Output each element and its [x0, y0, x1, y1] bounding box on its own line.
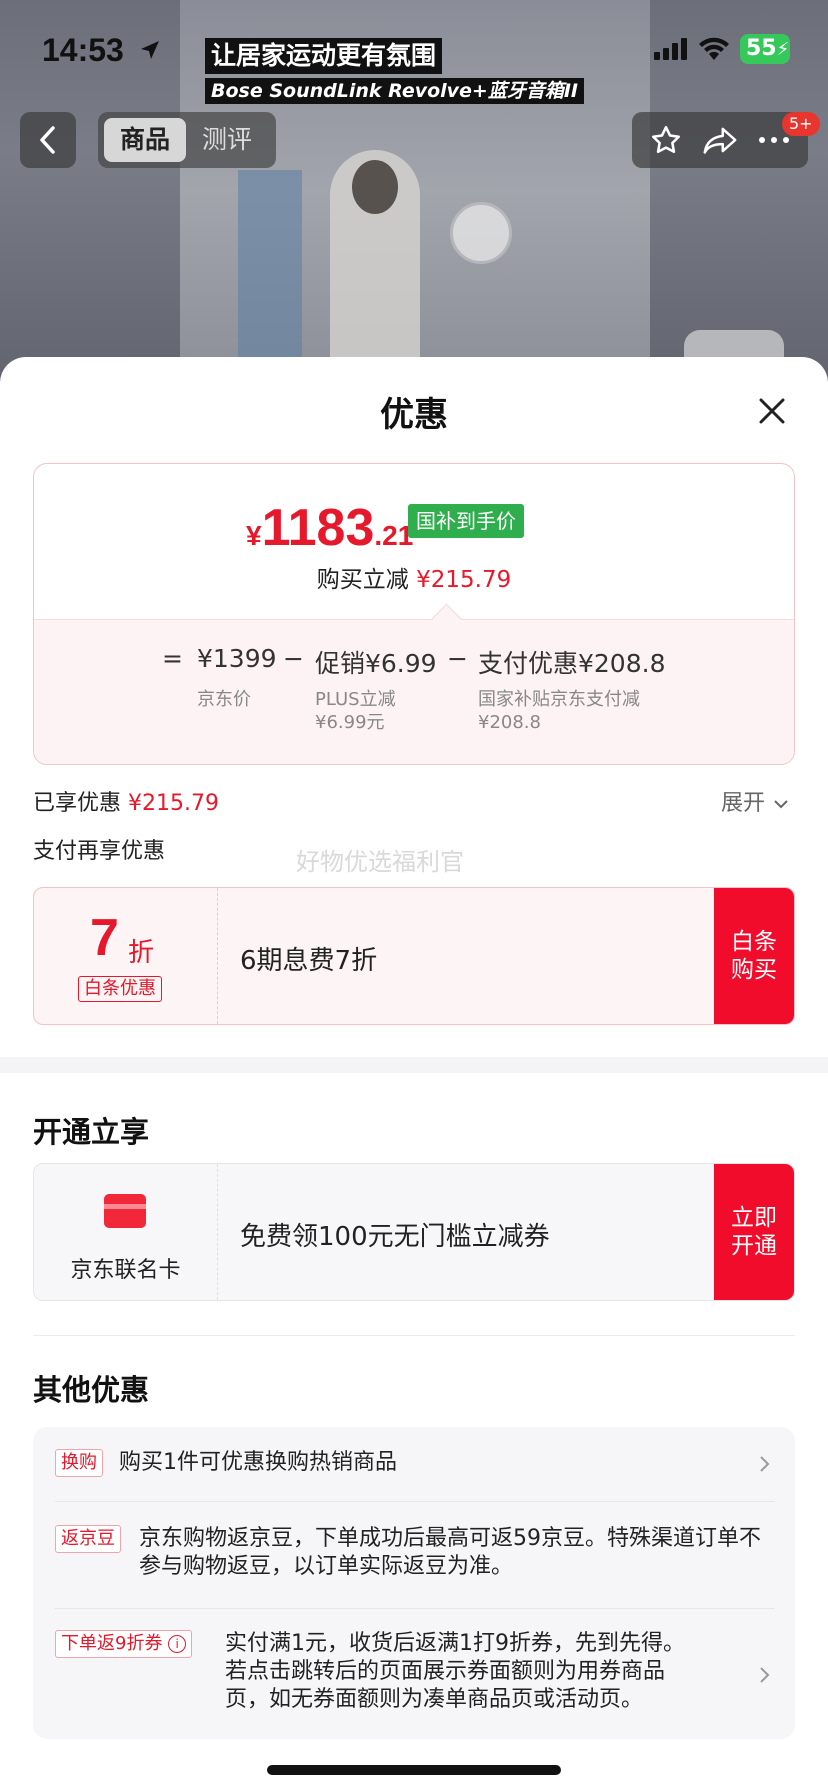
- baitiao-tag: 白条优惠: [78, 976, 162, 1002]
- status-time: 14:53: [42, 32, 124, 68]
- jd-price-label: 京东价: [197, 689, 251, 710]
- open-section-title: 开通立享: [33, 1115, 150, 1149]
- other-offers-list: 换购 购买1件可优惠换购热销商品 返京豆 京东购物返京豆，下单成功后最高可返59…: [33, 1427, 795, 1739]
- list-item-trade-in[interactable]: 换购 购买1件可优惠换购热销商品: [55, 1449, 775, 1479]
- message-count-badge: 5+: [782, 112, 820, 136]
- trade-in-tag: 换购: [55, 1449, 103, 1477]
- promo-label: PLUS立减 ¥6.99元: [315, 689, 396, 733]
- pay-discount-label: 国家补贴京东支付减 ¥208.8: [478, 689, 640, 733]
- instant-reduction: 购买立减 ¥215.79: [316, 567, 512, 593]
- cellular-signal-icon: [654, 38, 687, 60]
- star-favorite-icon[interactable]: [649, 123, 683, 157]
- enjoyed-discount: 已享优惠 ¥215.79: [33, 791, 219, 816]
- cobrand-card-label: 京东联名卡: [70, 1258, 181, 1283]
- price-formula: = ¥1399 京东价 − 促销¥6.99 PLUS立减 ¥6.99元 − 支付优…: [34, 619, 794, 764]
- expand-toggle[interactable]: 展开: [721, 785, 790, 817]
- credit-card-icon: [104, 1194, 146, 1228]
- home-indicator[interactable]: [267, 1765, 561, 1775]
- sheet-title: 优惠: [380, 395, 448, 435]
- section-divider: [0, 1057, 828, 1073]
- baitiao-offer-text: 6期息费7折: [240, 946, 378, 976]
- final-price: ¥1183.21: [246, 499, 414, 557]
- discount-number: 7: [90, 909, 119, 967]
- wifi-icon: [699, 37, 729, 60]
- jd-beans-text: 京东购物返京豆，下单成功后最高可返59京豆。特殊渠道订单不参与购物返豆，以订单实…: [139, 1526, 761, 1579]
- jd-price: ¥1399: [197, 644, 277, 673]
- more-dots-icon[interactable]: [757, 135, 791, 145]
- chevron-right-icon: [760, 1456, 770, 1472]
- chevron-down-icon: [774, 800, 788, 809]
- minus-sign: −: [447, 644, 468, 673]
- watermark: 好物优选福利官: [296, 848, 464, 876]
- list-item-coupon-return[interactable]: 下单返9折券 i 实付满1元，收货后返满1打9折券，先到先得。若点击跳转后的页面…: [55, 1630, 775, 1720]
- price-breakdown-card: ¥1183.21 国补到手价 购买立减 ¥215.79 = ¥1399 京东价 …: [33, 463, 795, 765]
- list-divider: [55, 1608, 775, 1609]
- close-icon[interactable]: [752, 391, 792, 431]
- video-caption-subtitle: Bose SoundLink Revolve+蓝牙音箱II: [205, 78, 584, 104]
- chevron-right-icon: [760, 1667, 770, 1683]
- discount-unit: 折: [128, 938, 155, 968]
- coupon-return-text: 实付满1元，收货后返满1打9折券，先到先得。若点击跳转后的页面展示券面额则为用券…: [225, 1631, 685, 1712]
- open-now-button[interactable]: 立即 开通: [714, 1164, 794, 1300]
- cobrand-offer-text: 免费领100元无门槛立减券: [240, 1222, 550, 1252]
- jd-beans-tag: 返京豆: [55, 1525, 121, 1553]
- battery-indicator: 55⚡: [740, 34, 790, 64]
- share-icon[interactable]: [702, 123, 738, 157]
- video-curtain: [238, 170, 302, 380]
- info-icon: i: [168, 1635, 187, 1653]
- baitiao-buy-button[interactable]: 白条 购买: [714, 888, 794, 1024]
- coupon-return-tag: 下单返9折券 i: [55, 1630, 193, 1658]
- location-arrow-icon: [141, 41, 159, 59]
- list-divider: [55, 1501, 775, 1502]
- list-item-jd-beans: 返京豆 京东购物返京豆，下单成功后最高可返59京豆。特殊渠道订单不参与购物返豆，…: [55, 1525, 775, 1585]
- tab-product[interactable]: 商品: [104, 118, 186, 162]
- baitiao-offer-card[interactable]: 7 折 白条优惠 6期息费7折 白条 购买: [33, 887, 795, 1025]
- equals-sign: =: [162, 644, 183, 673]
- video-person-head: [352, 160, 398, 214]
- video-wall-clock: [450, 202, 512, 264]
- tab-review[interactable]: 测评: [186, 118, 268, 162]
- back-button[interactable]: [20, 112, 76, 168]
- minus-sign: −: [283, 644, 304, 673]
- other-section-title: 其他优惠: [33, 1373, 150, 1407]
- divider: [33, 1335, 795, 1336]
- promo-amount: 促销¥6.99: [315, 649, 437, 678]
- pay-more-label: 支付再享优惠: [33, 839, 166, 864]
- pay-discount-amount: 支付优惠¥208.8: [478, 649, 666, 678]
- cobrand-card-offer[interactable]: 京东联名卡 免费领100元无门槛立减券 立即 开通: [33, 1163, 795, 1301]
- charging-bolt-icon: ⚡: [776, 39, 790, 60]
- product-review-tabs: 商品 测评: [98, 112, 276, 168]
- chevron-left-icon: [40, 126, 55, 154]
- trade-in-text: 购买1件可优惠换购热销商品: [119, 1450, 397, 1475]
- discount-sheet: 优惠 ¥1183.21 国补到手价 购买立减 ¥215.79 = ¥1399 京…: [0, 357, 828, 1792]
- subsidy-price-tag: 国补到手价: [408, 504, 524, 538]
- video-caption-title: 让居家运动更有氛围: [205, 38, 443, 74]
